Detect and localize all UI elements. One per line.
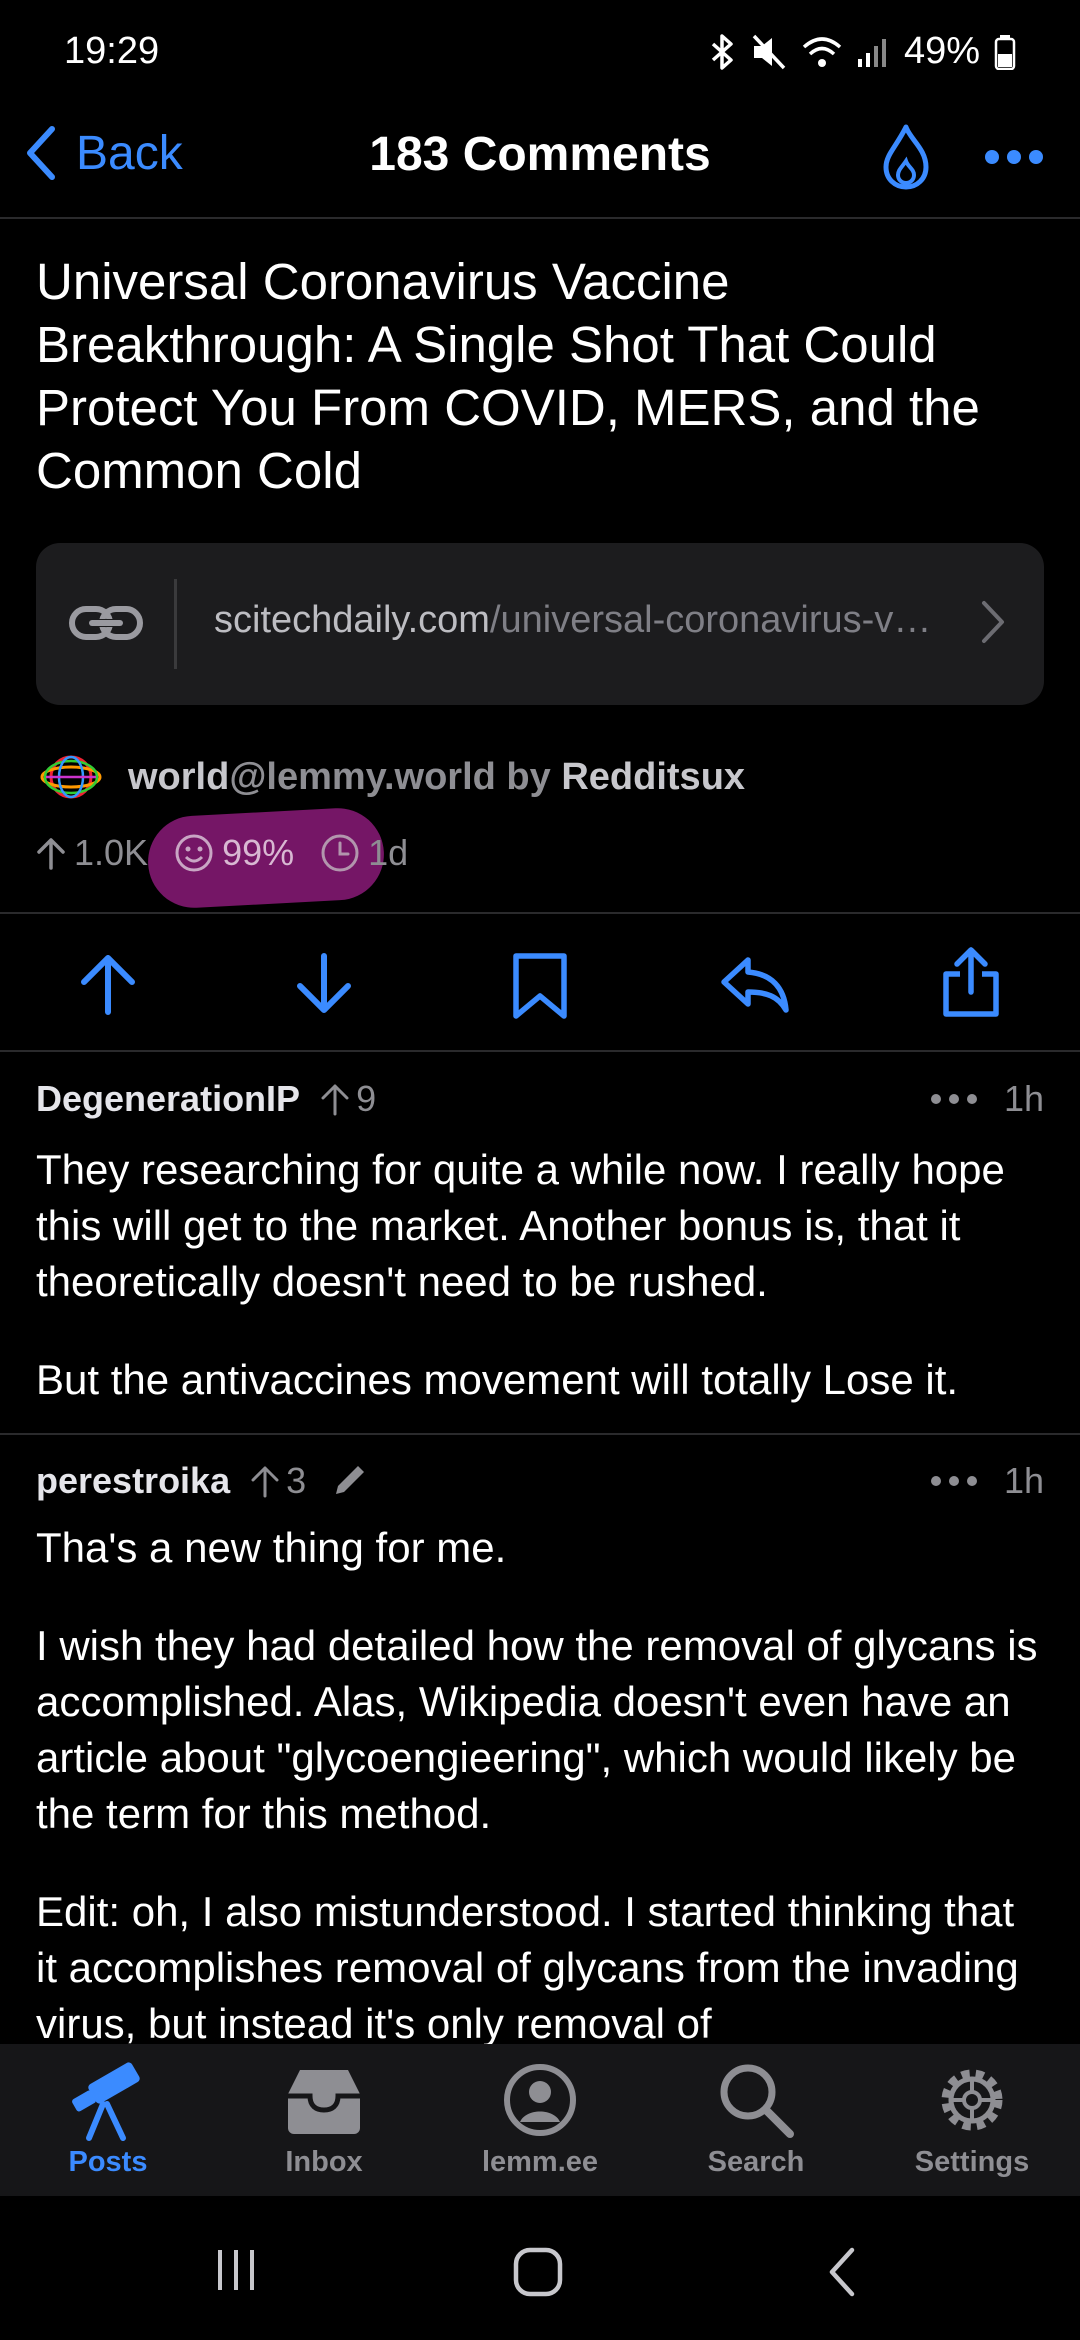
link-separator [174, 579, 177, 669]
mute-icon [752, 34, 786, 69]
ellipsis-icon[interactable] [930, 1475, 978, 1487]
post-score: 1.0K [74, 832, 149, 873]
comment-meta: 1h [930, 1074, 1044, 1124]
comment-votes: 9 [320, 1078, 376, 1120]
more-options-button[interactable] [984, 149, 1044, 170]
upvote-button[interactable] [76, 952, 140, 1021]
comment[interactable]: DegenerationIP 9 1h They researching for… [36, 1074, 1044, 1450]
comment-paragraph: I wish they had detailed how the removal… [36, 1622, 1038, 1837]
chevron-right-icon [982, 601, 1004, 643]
community-name[interactable]: world [128, 756, 229, 799]
tab-posts[interactable]: Posts [0, 2054, 216, 2179]
clock-icon [321, 834, 359, 872]
comment-author[interactable]: perestroika [36, 1460, 230, 1502]
tab-settings[interactable]: Settings [864, 2054, 1080, 2179]
post-meta-row: world @lemmy.world by Redditsux [40, 752, 745, 802]
recent-apps-button[interactable] [212, 2246, 260, 2294]
reply-icon [721, 957, 789, 1013]
back-label: Back [76, 126, 183, 180]
nav-divider [0, 217, 1080, 219]
comment-author[interactable]: DegenerationIP [36, 1078, 300, 1120]
comment-score: 3 [286, 1460, 307, 1501]
search-icon [720, 2064, 794, 2138]
comment-votes: 3 [250, 1460, 306, 1502]
comment-header: perestroika 3 [36, 1456, 1044, 1506]
tab-label: Search [707, 2146, 805, 2178]
comment-paragraph: They researching for quite a while now. … [36, 1146, 1005, 1305]
gear-icon [941, 2069, 1003, 2131]
tab-label: Inbox [285, 2146, 363, 2178]
arrow-up-icon [321, 1084, 349, 1116]
share-button[interactable] [940, 946, 1002, 1023]
comment-divider [0, 1433, 1080, 1435]
navigation-bar: Back 183 Comments [0, 105, 1080, 217]
comment-meta: 1h [930, 1456, 1044, 1506]
by-label: by [506, 755, 551, 798]
comment-body: Tha's a new thing for me. I wish they ha… [36, 1520, 1044, 2052]
battery-percent: 49% [903, 30, 980, 72]
status-time: 19:29 [64, 30, 160, 72]
comment-header: DegenerationIP 9 [36, 1074, 1044, 1124]
profile-icon [504, 2064, 576, 2136]
tab-label: lemm.ee [481, 2146, 599, 2178]
tab-inbox[interactable]: Inbox [216, 2054, 432, 2179]
post-stats-row: 1.0K 99% 1d [36, 832, 434, 874]
tab-bar: Posts Inbox lemm.ee Search Settings [0, 2044, 1080, 2196]
comment-paragraph: Tha's a new thing for me. [36, 1524, 507, 1571]
share-icon [943, 947, 999, 1017]
tab-label: Posts [68, 2146, 148, 2178]
home-button[interactable] [512, 2246, 564, 2298]
inbox-tray-icon [288, 2070, 360, 2134]
downvote-button[interactable] [292, 952, 356, 1021]
link-url: scitechdaily.com/universal-coronavirus-v… [214, 599, 994, 642]
flame-icon [883, 124, 929, 190]
arrow-down-icon [297, 953, 351, 1013]
post-action-bar [0, 912, 1080, 1050]
tab-profile[interactable]: lemm.ee [432, 2054, 648, 2179]
bluetooth-icon [711, 33, 733, 70]
arrow-up-icon [81, 955, 135, 1015]
system-back-button[interactable] [826, 2246, 858, 2298]
back-button[interactable]: Back [24, 125, 183, 181]
community-avatar-icon[interactable] [40, 752, 102, 802]
telescope-icon [72, 2062, 140, 2141]
arrow-up-icon [37, 838, 65, 870]
smiley-icon [175, 834, 213, 872]
ellipsis-icon[interactable] [930, 1093, 978, 1105]
status-icons: 49% [710, 30, 1016, 73]
post-age: 1d [368, 832, 409, 873]
save-button[interactable] [510, 952, 570, 1025]
comment-paragraph: Edit: oh, I also mistunderstood. I start… [36, 1888, 1019, 2047]
comment-score: 9 [356, 1078, 377, 1119]
comment-body: They researching for quite a while now. … [36, 1142, 1044, 1408]
post-title: Universal Coronavirus Vaccine Breakthrou… [36, 253, 980, 499]
link-domain: scitechdaily.com [214, 599, 490, 641]
tab-search[interactable]: Search [648, 2054, 864, 2179]
tab-label: Settings [914, 2146, 1030, 2178]
signal-icon [857, 38, 886, 67]
post-author[interactable]: Redditsux [561, 756, 745, 799]
ellipsis-icon [985, 150, 1043, 164]
bookmark-icon [513, 953, 567, 1019]
comment-age: 1h [1003, 1078, 1044, 1119]
system-navigation-bar [0, 2196, 1080, 2340]
link-preview-card[interactable]: scitechdaily.com/universal-coronavirus-v… [36, 543, 1044, 705]
reply-button[interactable] [718, 952, 790, 1021]
action-divider [0, 1050, 1080, 1052]
wifi-icon [802, 36, 842, 67]
community-instance[interactable]: @lemmy.world [229, 756, 496, 799]
comment-age: 1h [1003, 1460, 1044, 1501]
comment-paragraph: But the antivaccines movement will total… [36, 1356, 959, 1403]
link-path: /universal-coronavirus-v… [489, 599, 932, 641]
link-icon [69, 606, 143, 640]
upvote-ratio: 99% [222, 832, 295, 873]
battery-icon [994, 34, 1016, 70]
chevron-left-icon [27, 126, 55, 180]
edited-pencil-icon [336, 1466, 365, 1494]
comment[interactable]: perestroika 3 1h Tha's a new thing for m… [36, 1456, 1044, 2094]
arrow-up-icon [251, 1466, 279, 1498]
sort-button[interactable] [880, 123, 932, 196]
